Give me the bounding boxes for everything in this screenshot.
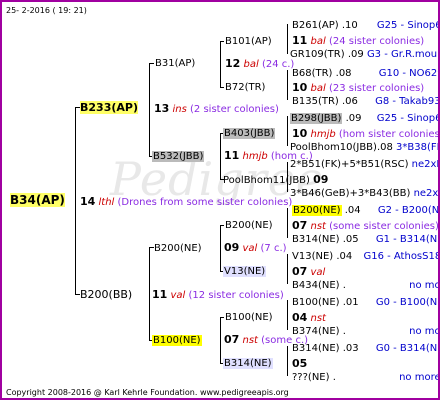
date-stamp: 25- 2-2016 ( 19: 21)	[6, 6, 87, 15]
b233-gen: 13	[154, 102, 170, 115]
root-node[interactable]: B34(AP)	[10, 193, 65, 207]
list-item[interactable]: B200(NE) .04 G2 - B200(NE)	[292, 204, 438, 217]
node-b72[interactable]: B72(TR)	[225, 81, 265, 94]
node-b100ne2[interactable]: B100(NE)	[225, 311, 273, 324]
copyright: Copyright 2008-2016 @ Karl Kehrle Founda…	[6, 388, 289, 397]
list-item[interactable]: B68(TR) .08 G10 - NO6294R	[292, 67, 438, 80]
list-item: 04 nst	[292, 311, 326, 324]
node-b532[interactable]: B532(JBB)	[152, 150, 205, 163]
node-poolb11[interactable]: PoolBhom11(JBB) 09	[223, 173, 328, 187]
list-item[interactable]: B314(NE) .05 G1 - B314(NE)	[292, 233, 438, 246]
root-info: 14 lthl (Drones from some sister colonie…	[80, 195, 292, 209]
list-item[interactable]: B314(NE) .03 G0 - B314(NE)	[292, 342, 438, 355]
list-item[interactable]: 2*B51(FK)+5*B51(RSC) ne2xB306(	[290, 158, 438, 171]
b200bb-gen: 11	[152, 288, 168, 301]
list-item[interactable]: GR109(TR) .09 G3 - Gr.R.mounta	[290, 48, 438, 61]
list-item: 10 hmjb (hom sister colonies)	[292, 127, 440, 140]
node-b200bb[interactable]: B200(BB)	[80, 288, 132, 301]
root-gen: 14	[80, 195, 96, 208]
node-b200ne2[interactable]: B200(NE)	[225, 219, 273, 232]
b200bb-breed: val	[170, 290, 186, 301]
b200bb-label: B200(BB)	[80, 288, 133, 301]
list-item: 07 nst (some sister colonies)	[292, 219, 439, 232]
b101-info: 12 bal (24 c.)	[225, 57, 295, 70]
list-item: 05	[292, 357, 308, 370]
b200bb-info: 11 val (12 sister colonies)	[152, 288, 284, 302]
list-item[interactable]: B374(NE) . no more	[292, 325, 438, 338]
list-item[interactable]: ???(NE) . no more	[292, 371, 438, 384]
b200bb-note: (12 sister colonies)	[188, 290, 284, 301]
b233-label: B233(AP)	[80, 101, 138, 114]
root-breed: lthl	[98, 197, 115, 208]
node-b31[interactable]: B31(AP)	[155, 57, 195, 70]
root-note: (Drones from some sister colonies)	[117, 197, 293, 208]
list-item: 11 bal (24 sister colonies)	[292, 34, 425, 47]
list-item[interactable]: V13(NE) .04 G16 - AthosS180R	[292, 250, 438, 263]
list-item[interactable]: B135(TR) .06 G8 - Takab93aR	[292, 95, 438, 108]
list-item[interactable]: 3*B46(GeB)+3*B43(BB) ne2xB95(A	[290, 187, 438, 200]
root-label: B34(AP)	[10, 193, 65, 207]
node-b200ne[interactable]: B200(NE)	[154, 242, 202, 255]
node-v13[interactable]: V13(NE)	[223, 265, 267, 278]
b233-note: (2 sister colonies)	[190, 104, 279, 115]
list-item[interactable]: PoolBhom10(JBB).08 3*B38(FK)+3	[290, 141, 438, 154]
list-item[interactable]: B100(NE) .01 G0 - B100(NE)	[292, 296, 438, 309]
pedigree-frame: Pedigree 25- 2-2016 ( 19: 21) B34(AP) 14…	[0, 0, 440, 400]
list-item: 07 val	[292, 265, 326, 278]
node-b100ne[interactable]: B100(NE)	[152, 334, 202, 347]
node-b101[interactable]: B101(AP)	[225, 35, 272, 48]
node-b314[interactable]: B314(NE)	[223, 357, 273, 370]
b233-info: 13 ins (2 sister colonies)	[154, 102, 279, 116]
list-item[interactable]: B261(AP) .10 G25 - Sinop62R	[292, 19, 438, 32]
list-item[interactable]: B434(NE) . no more	[292, 279, 438, 292]
b200ne-info: 09 val (7 c.)	[224, 241, 287, 254]
b233-breed: ins	[172, 104, 187, 115]
list-item: 10 bal (23 sister colonies)	[292, 81, 425, 94]
node-b233[interactable]: B233(AP)	[80, 101, 138, 114]
list-item[interactable]: B298(JBB) .09 G25 - Sinop62R	[290, 112, 438, 125]
node-b403[interactable]: B403(JBB)	[223, 127, 276, 140]
